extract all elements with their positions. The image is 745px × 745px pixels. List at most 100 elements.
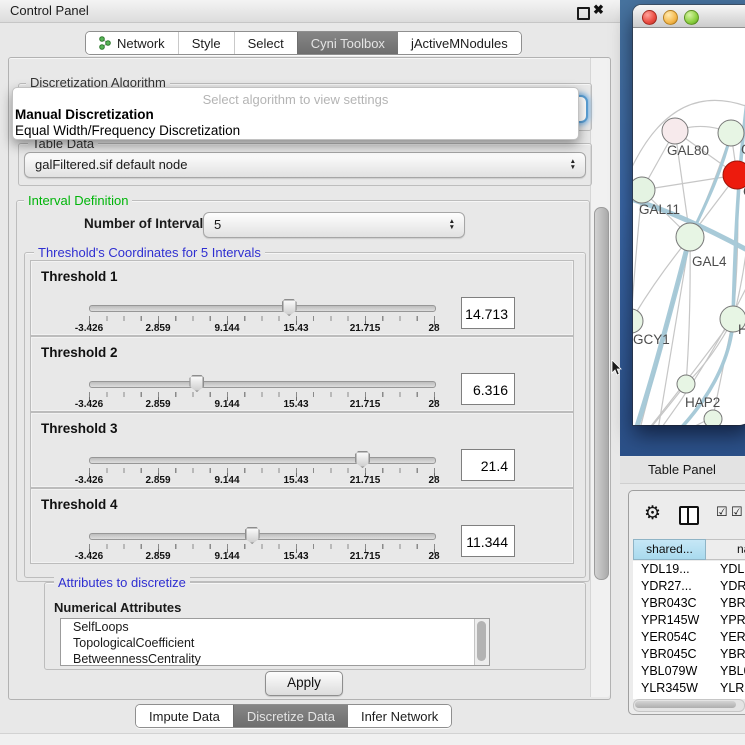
slider-thumb[interactable] bbox=[245, 527, 260, 544]
threshold-value-field[interactable]: 14.713 bbox=[461, 297, 515, 329]
list-item[interactable]: BetweennessCentrality bbox=[61, 651, 489, 666]
cell-name[interactable]: YDR2 bbox=[706, 578, 745, 595]
close-traffic-light-icon[interactable] bbox=[642, 10, 657, 25]
control-panel-window: Control Panel ✖ Network Style Select Cyn… bbox=[0, 0, 745, 745]
table-panel-title: Table Panel bbox=[648, 462, 716, 477]
table-header-row: shared... name bbox=[633, 539, 745, 560]
node-label-gcy1: GCY1 bbox=[633, 332, 670, 347]
list-item[interactable]: SelfLoops bbox=[61, 619, 489, 635]
table-data-value: galFiltered.sif default node bbox=[35, 157, 187, 172]
cell-shared-name[interactable]: YBR045C bbox=[633, 646, 706, 663]
apply-button[interactable]: Apply bbox=[265, 671, 343, 696]
close-icon[interactable]: ✖ bbox=[593, 2, 604, 18]
dropdown-placeholder: Select algorithm to view settings bbox=[13, 92, 578, 107]
threshold-value-field[interactable]: 11.344 bbox=[461, 525, 515, 557]
network-canvas[interactable]: GAL80 GA C GAL11 GAL4 GCY1 H HAP2 bbox=[633, 28, 745, 425]
network-window-titlebar[interactable] bbox=[633, 5, 745, 28]
network-icon bbox=[99, 36, 111, 50]
table-horizontal-scrollbar[interactable] bbox=[633, 699, 745, 712]
threshold-slider[interactable] bbox=[89, 533, 436, 540]
cell-shared-name[interactable]: YBL079W bbox=[633, 663, 706, 680]
split-columns-icon[interactable] bbox=[679, 506, 699, 525]
cell-name[interactable]: YBL0 bbox=[706, 663, 745, 680]
table-row[interactable]: YLR345WYLR3 bbox=[633, 680, 745, 697]
cell-shared-name[interactable]: YLR345W bbox=[633, 680, 706, 697]
cell-shared-name[interactable]: YER054C bbox=[633, 629, 706, 646]
thresholds-group-title: Threshold's Coordinates for 5 Intervals bbox=[34, 245, 265, 260]
checkbox-icon[interactable]: ☑ bbox=[716, 504, 728, 520]
tab-cyni-toolbox[interactable]: Cyni Toolbox bbox=[297, 32, 398, 54]
cell-shared-name[interactable]: YDL19... bbox=[633, 561, 706, 578]
table-toolbar: ⚙ ☑ ☑ bbox=[629, 491, 745, 539]
mouse-cursor bbox=[611, 360, 623, 378]
slider-thumb[interactable] bbox=[189, 375, 204, 392]
checkbox-icon[interactable]: ☑ bbox=[731, 504, 743, 520]
table-row[interactable]: YBR043CYBR0 bbox=[633, 595, 745, 612]
cell-name[interactable]: YLR3 bbox=[706, 680, 745, 697]
table-data-combobox[interactable]: galFiltered.sif default node ▲▼ bbox=[24, 152, 586, 178]
table-body: YDL19...YDL1YDR27...YDR2YBR043CYBR0YPR14… bbox=[633, 561, 745, 699]
tab-infer-network[interactable]: Infer Network bbox=[348, 705, 451, 727]
node-label-gal11: GAL11 bbox=[639, 202, 680, 217]
table-row[interactable]: YBL079WYBL0 bbox=[633, 663, 745, 680]
number-of-intervals-combobox[interactable]: 5 ▲▼ bbox=[203, 212, 465, 238]
list-item[interactable]: TopologicalCoefficient bbox=[61, 635, 489, 651]
threshold-row: Threshold 3 -3.426 2.859 9.144 15.43 21.… bbox=[30, 412, 574, 488]
cell-shared-name[interactable]: YPR145W bbox=[633, 612, 706, 629]
column-header-name[interactable]: name bbox=[706, 539, 745, 560]
table-row[interactable]: YDL19...YDL1 bbox=[633, 561, 745, 578]
column-header-shared[interactable]: shared... bbox=[633, 539, 706, 560]
table-row[interactable]: YDR27...YDR2 bbox=[633, 578, 745, 595]
table-row[interactable]: YBR045CYBR0 bbox=[633, 646, 745, 663]
cell-name[interactable]: YER0 bbox=[706, 629, 745, 646]
cell-name[interactable]: YBR0 bbox=[706, 595, 745, 612]
slider-thumb[interactable] bbox=[282, 299, 297, 316]
attributes-group-title: Attributes to discretize bbox=[54, 575, 190, 590]
network-graph: GAL80 GA C GAL11 GAL4 GCY1 H HAP2 bbox=[633, 28, 745, 425]
threshold-slider[interactable] bbox=[89, 381, 436, 388]
tab-select[interactable]: Select bbox=[234, 32, 297, 54]
scrollbar-thumb[interactable] bbox=[594, 207, 609, 580]
dropdown-option-equal-width[interactable]: Equal Width/Frequency Discretization bbox=[15, 123, 240, 138]
top-tab-bar: Network Style Select Cyni Toolbox jActiv… bbox=[85, 31, 522, 55]
tab-style[interactable]: Style bbox=[178, 32, 234, 54]
cell-name[interactable]: YPR1 bbox=[706, 612, 745, 629]
window-title: Control Panel bbox=[10, 3, 89, 18]
network-view-window[interactable]: GAL80 GA C GAL11 GAL4 GCY1 H HAP2 bbox=[633, 5, 745, 425]
threshold-label: Threshold 3 bbox=[41, 421, 118, 436]
cell-shared-name[interactable]: YBR043C bbox=[633, 595, 706, 612]
combo-stepper-icon: ▲▼ bbox=[570, 153, 576, 177]
cell-name[interactable]: YDL1 bbox=[706, 561, 745, 578]
number-of-intervals-label: Number of Intervals bbox=[84, 216, 211, 231]
algorithm-dropdown-popup: Select algorithm to view settings Manual… bbox=[12, 87, 579, 140]
threshold-slider[interactable] bbox=[89, 457, 436, 464]
slider-tick-labels: -3.426 2.859 9.144 15.43 21.715 28 bbox=[89, 399, 434, 411]
tab-jactivemnodules[interactable]: jActiveMNodules bbox=[398, 32, 521, 54]
threshold-value-field[interactable]: 21.4 bbox=[461, 449, 515, 481]
node-label-partial: H bbox=[738, 322, 745, 337]
node-label-gal80: GAL80 bbox=[667, 143, 709, 158]
tab-network[interactable]: Network bbox=[86, 32, 178, 54]
dropdown-option-manual[interactable]: Manual Discretization bbox=[15, 107, 154, 122]
detach-window-icon[interactable] bbox=[577, 7, 590, 20]
zoom-traffic-light-icon[interactable] bbox=[684, 10, 699, 25]
cell-name[interactable]: YBR0 bbox=[706, 646, 745, 663]
threshold-value-field[interactable]: 6.316 bbox=[461, 373, 515, 405]
threshold-slider[interactable] bbox=[89, 305, 436, 312]
list-scrollbar[interactable] bbox=[474, 619, 489, 665]
panel-vertical-scrollbar[interactable] bbox=[590, 58, 610, 697]
table-row[interactable]: YER054CYER0 bbox=[633, 629, 745, 646]
gear-icon[interactable]: ⚙ bbox=[644, 502, 661, 525]
minimize-traffic-light-icon[interactable] bbox=[663, 10, 678, 25]
cell-shared-name[interactable]: YDR27... bbox=[633, 578, 706, 595]
table-row[interactable]: YPR145WYPR1 bbox=[633, 612, 745, 629]
slider-thumb[interactable] bbox=[355, 451, 370, 468]
numerical-attributes-label: Numerical Attributes bbox=[54, 600, 181, 615]
node-label-gal4: GAL4 bbox=[692, 254, 727, 269]
bottom-tab-bar: Impute Data Discretize Data Infer Networ… bbox=[135, 704, 452, 728]
numerical-attributes-list[interactable]: SelfLoops TopologicalCoefficient Between… bbox=[60, 618, 490, 666]
tab-discretize-data[interactable]: Discretize Data bbox=[233, 705, 348, 727]
tab-impute-data[interactable]: Impute Data bbox=[136, 705, 233, 727]
slider-tick-labels: -3.426 2.859 9.144 15.43 21.715 28 bbox=[89, 323, 434, 335]
node-label-partial: GA bbox=[741, 142, 745, 157]
